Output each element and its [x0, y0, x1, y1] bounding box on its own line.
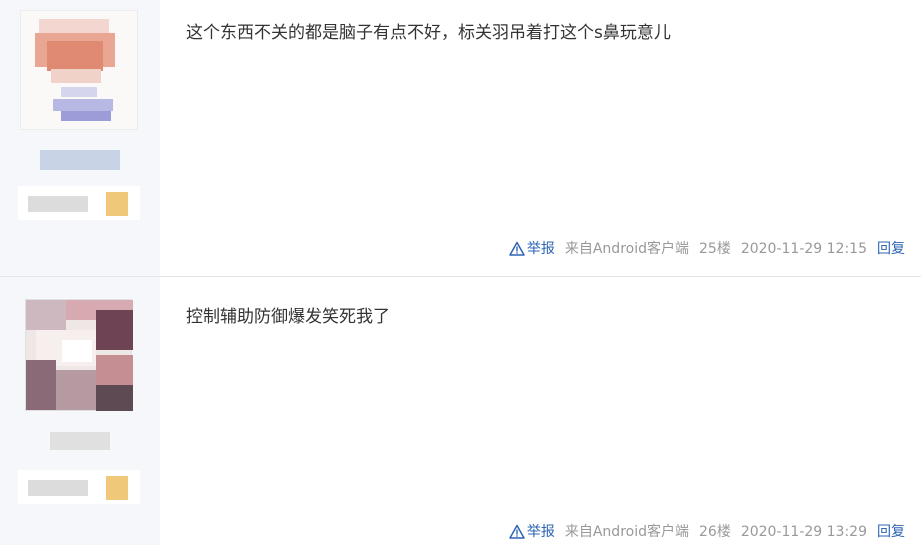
- post-time: 2020-11-29 12:15: [740, 241, 867, 257]
- report-label: 举报: [526, 524, 555, 540]
- post-tail: 举报 来自Android客户端 25楼 2020-11-29 12:15 回复: [509, 240, 905, 258]
- post-content: 控制辅助防御爆发笑死我了: [186, 307, 390, 327]
- report-link[interactable]: 举报: [509, 523, 555, 541]
- post-time: 2020-11-29 13:29: [740, 524, 867, 540]
- avatar[interactable]: [25, 299, 133, 411]
- level-badge: [106, 192, 128, 216]
- member-badge[interactable]: [18, 186, 140, 220]
- badge-title: [28, 196, 88, 212]
- warning-triangle-icon: [509, 241, 525, 256]
- reply-link[interactable]: 回复: [877, 523, 905, 541]
- username[interactable]: [50, 432, 110, 450]
- report-label: 举报: [526, 241, 555, 257]
- username[interactable]: [40, 150, 120, 170]
- floor-number: 25楼: [699, 241, 731, 257]
- post-tail: 举报 来自Android客户端 26楼 2020-11-29 13:29 回复: [509, 523, 905, 541]
- avatar[interactable]: [20, 10, 138, 130]
- reply-link[interactable]: 回复: [877, 240, 905, 258]
- level-badge: [106, 476, 128, 500]
- author-panel: [0, 277, 160, 545]
- floor-number: 26楼: [699, 524, 731, 540]
- client-source: 来自Android客户端: [564, 241, 689, 257]
- warning-triangle-icon: [509, 524, 525, 539]
- post-floor-26: 控制辅助防御爆发笑死我了 举报 来自Android客户端 26楼 2020-11…: [0, 277, 921, 545]
- badge-title: [28, 480, 88, 496]
- post-list: 这个东西不关的都是脑子有点不好，标关羽吊着打这个s鼻玩意儿 举报 来自Andro…: [0, 0, 921, 545]
- post-floor-25: 这个东西不关的都是脑子有点不好，标关羽吊着打这个s鼻玩意儿 举报 来自Andro…: [0, 0, 921, 276]
- report-link[interactable]: 举报: [509, 240, 555, 258]
- member-badge[interactable]: [18, 470, 140, 504]
- author-panel: [0, 0, 160, 276]
- post-content: 这个东西不关的都是脑子有点不好，标关羽吊着打这个s鼻玩意儿: [186, 23, 671, 43]
- client-source: 来自Android客户端: [564, 524, 689, 540]
